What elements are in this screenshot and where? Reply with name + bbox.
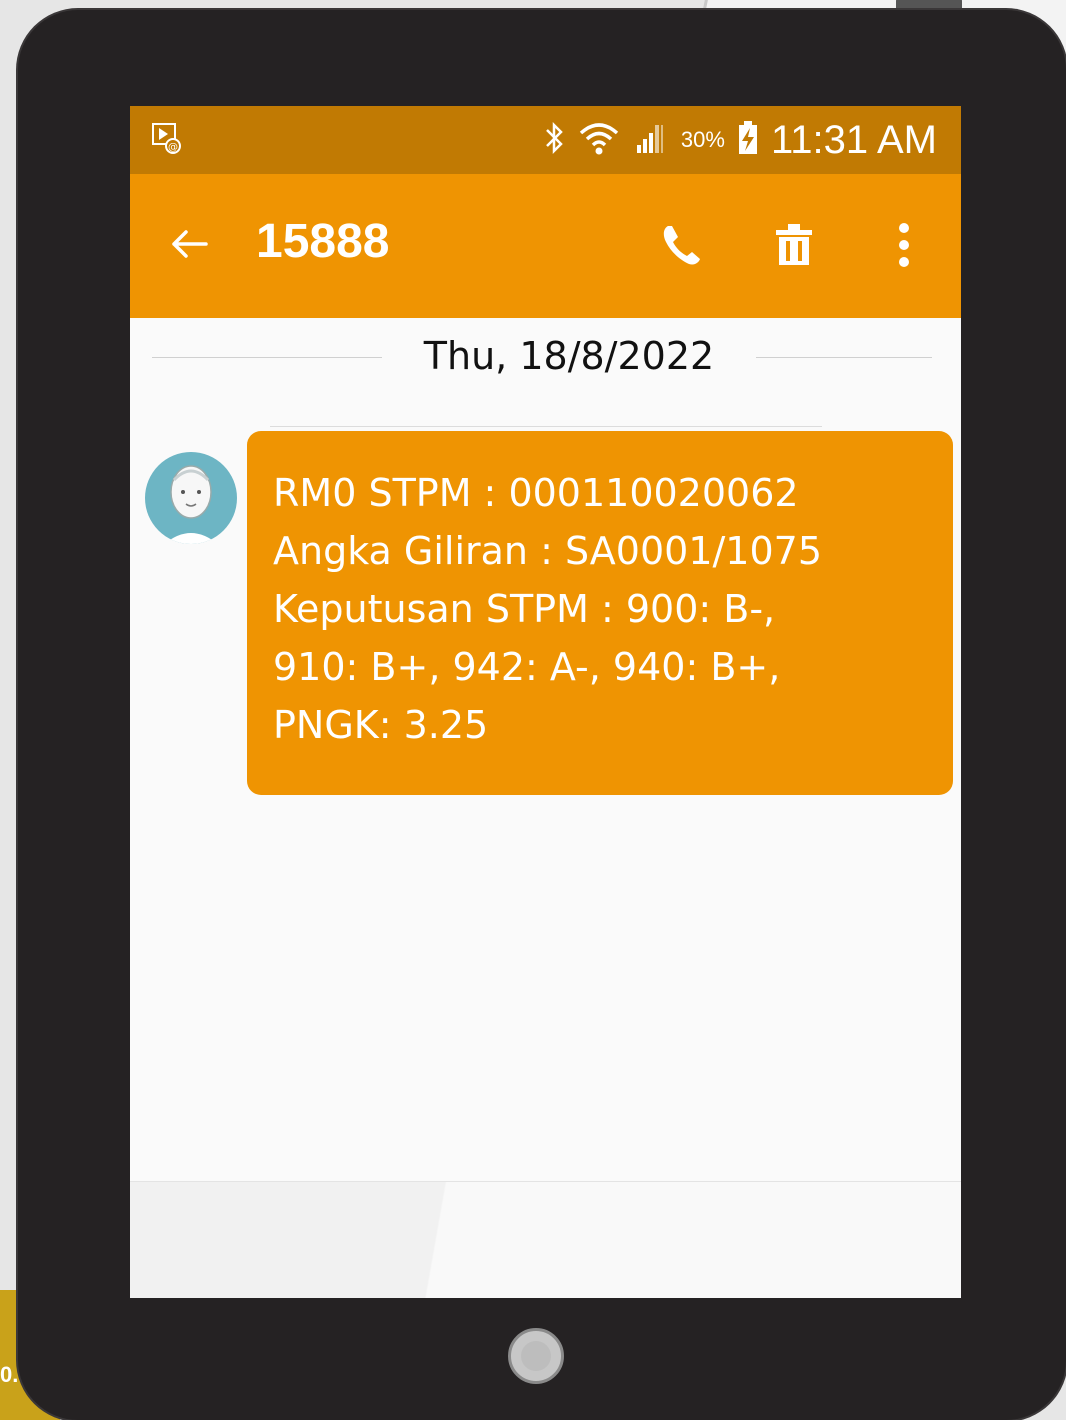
- message-input-area[interactable]: [130, 1181, 961, 1298]
- signal-icon: [631, 121, 669, 159]
- divider: [270, 426, 822, 427]
- status-bar: @ 30% 11:31 AM: [130, 106, 961, 174]
- back-arrow-icon[interactable]: [166, 220, 214, 268]
- phone-screen: @ 30% 11:31 AM 15888 Thu, 18/8/2022 RM0 …: [130, 106, 961, 1298]
- contact-avatar-icon[interactable]: [144, 446, 238, 552]
- battery-percent: 30%: [680, 127, 725, 152]
- date-separator: Thu, 18/8/2022: [152, 332, 932, 382]
- more-vert-icon[interactable]: [880, 220, 928, 270]
- conversation-app-bar: 15888: [130, 174, 961, 318]
- svg-text:@: @: [168, 142, 178, 153]
- home-button[interactable]: [508, 1328, 564, 1384]
- background-badge-text: 0.: [0, 1362, 19, 1387]
- divider: [152, 357, 382, 358]
- battery-charging-icon: [737, 120, 759, 160]
- screen-glare: [130, 1182, 961, 1298]
- message-line: PNGK: 3.25: [273, 703, 489, 747]
- message-line: Keputusan STPM : 900: B-,: [273, 587, 776, 631]
- status-time: 11:31 AM: [770, 117, 937, 162]
- email-notification-icon: @: [152, 122, 182, 154]
- conversation-date: Thu, 18/8/2022: [423, 334, 715, 378]
- divider: [756, 357, 932, 358]
- wifi-icon: [579, 121, 619, 159]
- bluetooth-icon: [543, 120, 567, 160]
- phone-icon[interactable]: [658, 220, 706, 270]
- message-line: Angka Giliran : SA0001/1075: [273, 529, 823, 573]
- home-button-inner: [521, 1341, 551, 1371]
- trash-icon[interactable]: [770, 220, 818, 270]
- message-bubble[interactable]: RM0 STPM : 000110020062 Angka Giliran : …: [247, 431, 953, 795]
- message-line: RM0 STPM : 000110020062: [273, 471, 799, 515]
- contact-title: 15888: [256, 215, 390, 268]
- message-line: 910: B+, 942: A-, 940: B+,: [273, 645, 781, 689]
